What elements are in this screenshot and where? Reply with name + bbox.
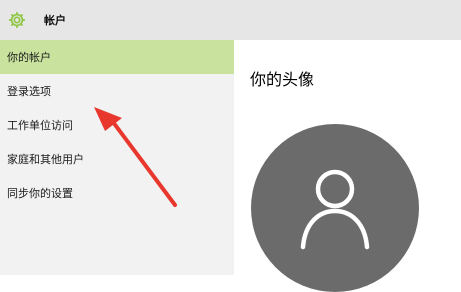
page-heading: 你的头像 (250, 70, 315, 89)
sidebar-item-sign-in-options[interactable]: 登录选项 (0, 74, 234, 108)
gear-icon (6, 9, 28, 31)
sidebar-item-label: 家庭和其他用户 (7, 153, 84, 166)
title-bar: 帐户 (0, 0, 461, 40)
avatar[interactable] (251, 124, 419, 292)
user-silhouette-icon (300, 169, 370, 250)
sidebar-item-label: 登录选项 (7, 85, 51, 98)
main-content: 你的头像 (234, 40, 461, 292)
sidebar-item-family-other-users[interactable]: 家庭和其他用户 (0, 142, 234, 176)
sidebar-item-label: 同步你的设置 (7, 187, 73, 200)
window-title: 帐户 (44, 14, 66, 27)
sidebar-item-label: 工作单位访问 (7, 119, 73, 132)
sidebar: 你的帐户 登录选项 工作单位访问 家庭和其他用户 同步你的设置 (0, 40, 234, 275)
sidebar-item-work-access[interactable]: 工作单位访问 (0, 108, 234, 142)
sidebar-item-label: 你的帐户 (7, 51, 51, 64)
sidebar-item-sync-settings[interactable]: 同步你的设置 (0, 176, 234, 210)
sidebar-item-your-account[interactable]: 你的帐户 (0, 40, 234, 74)
